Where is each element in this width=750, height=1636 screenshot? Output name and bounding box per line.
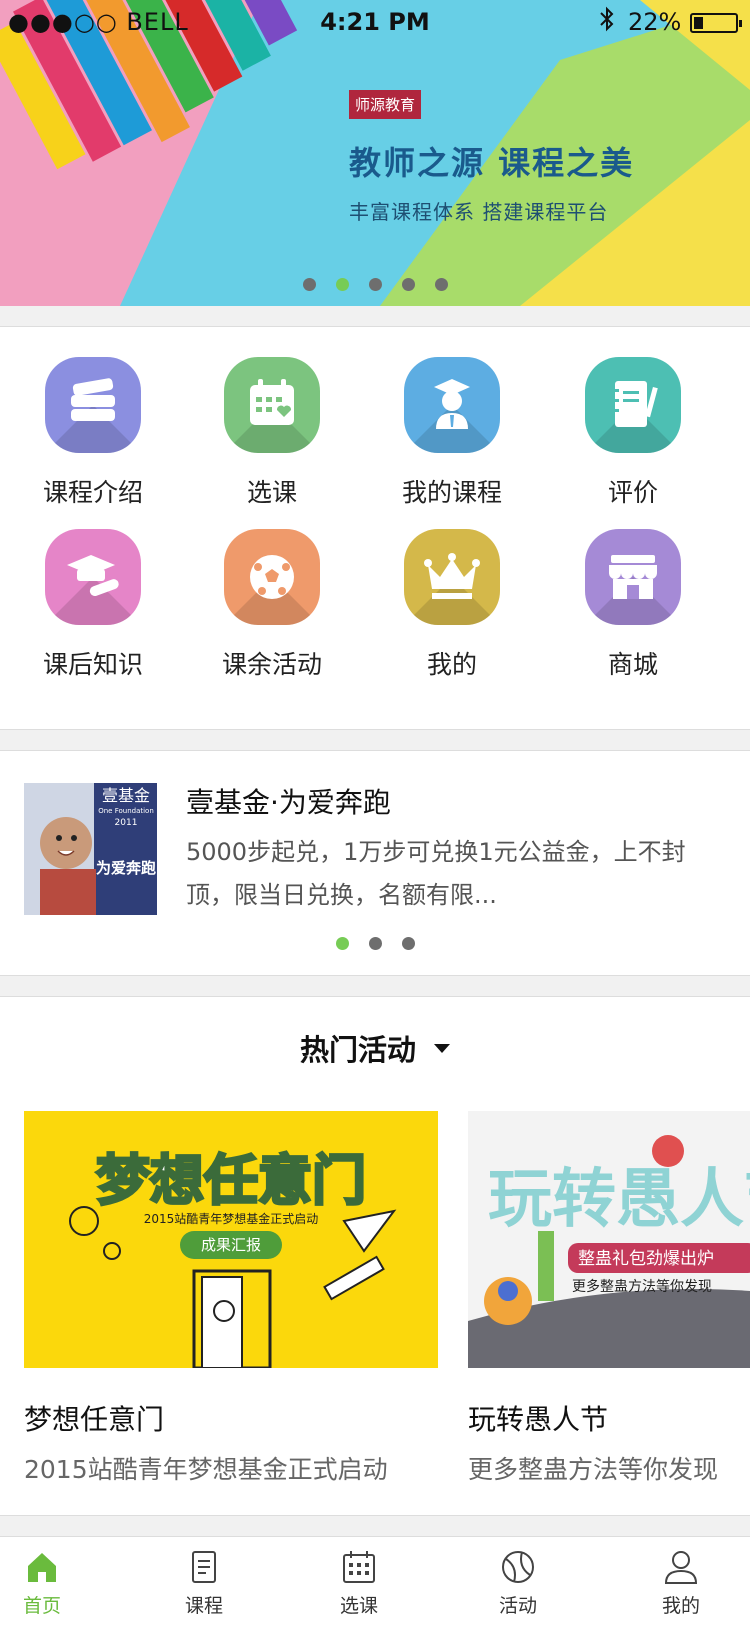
- grid-item-select-course[interactable]: 选课: [178, 357, 366, 509]
- bluetooth-icon: [598, 6, 616, 38]
- bottom-tab-bar: 首页 课程 选课 活动 我的: [0, 1536, 750, 1636]
- document-icon: [192, 1551, 216, 1583]
- image-headline: 玩转愚人节: [488, 1163, 750, 1237]
- image-banner: 整蛊礼包劲爆出炉: [578, 1249, 714, 1269]
- brand-tag: 师源教育: [349, 90, 422, 119]
- hero-banner[interactable]: ●●●○○ BELL 4:21 PM 22% 师源教育 教师之源 课程之美 丰富…: [0, 0, 750, 306]
- section-title: 热门活动: [299, 1033, 416, 1067]
- grid-item-my-courses[interactable]: 我的课程: [358, 357, 546, 509]
- image-sub: 2015站酷青年梦想基金正式启动: [144, 1211, 319, 1226]
- banner-pagination[interactable]: [303, 278, 448, 291]
- battery-percent: 22%: [628, 8, 682, 36]
- activity-subtitle: 更多整蛊方法等你发现: [468, 1455, 719, 1484]
- graduate-icon: [404, 357, 500, 453]
- books-icon: [45, 357, 141, 453]
- tab-label: 我的: [661, 1595, 700, 1617]
- ball-icon: [502, 1551, 534, 1583]
- tab-label: 选课: [339, 1595, 378, 1617]
- shop-icon: [585, 529, 681, 625]
- grid-item-mall[interactable]: 商城: [539, 529, 727, 681]
- grid-label: 课后知识: [42, 650, 143, 679]
- activity-card-dream-door[interactable]: 梦想任意门 2015站酷青年梦想基金正式启动 成果汇报 梦想任意门 2015站酷…: [24, 1111, 438, 1486]
- featured-dot[interactable]: [402, 937, 415, 950]
- featured-title: 壹基金·为爱奔跑: [186, 786, 391, 819]
- grid-label: 课程介绍: [42, 478, 143, 507]
- tab-label: 活动: [498, 1595, 537, 1617]
- dropdown-arrow-icon: [434, 1043, 450, 1053]
- hot-activities-header[interactable]: 热门活动: [0, 1027, 750, 1069]
- thumb-slogan: 为爱奔跑: [96, 859, 156, 877]
- featured-pagination[interactable]: [336, 937, 415, 950]
- activity-image: 玩转愚人节 整蛊礼包劲爆出炉 更多整蛊方法等你发现: [468, 1111, 750, 1368]
- thumb-year: 2011: [115, 818, 138, 828]
- soccer-ball-icon: [224, 529, 320, 625]
- featured-dot[interactable]: [369, 937, 382, 950]
- feature-grid: 课程介绍 选课 我的课程 评价 课后知识 课余活动 我的 商城: [0, 326, 750, 730]
- featured-description: 5000步起兑，1万步可兑换1元公益金，上不封顶，限当日兑换，名额有限...: [186, 838, 686, 909]
- battery-icon: [690, 13, 742, 33]
- tab-home[interactable]: 首页: [0, 1537, 117, 1618]
- grid-label: 课余活动: [221, 650, 322, 679]
- grid-label: 我的: [426, 650, 477, 679]
- image-sub: 更多整蛊方法等你发现: [572, 1278, 712, 1295]
- activity-image: 梦想任意门 2015站酷青年梦想基金正式启动 成果汇报: [24, 1111, 438, 1368]
- tab-select[interactable]: 选课: [284, 1537, 434, 1618]
- banner-dot[interactable]: [402, 278, 415, 291]
- grid-item-mine[interactable]: 我的: [358, 529, 546, 681]
- home-icon: [28, 1553, 56, 1582]
- tab-courses[interactable]: 课程: [129, 1537, 279, 1618]
- banner-dot[interactable]: [435, 278, 448, 291]
- notebook-pen-icon: [585, 357, 681, 453]
- grid-label: 商城: [607, 650, 658, 679]
- activity-card-april-fools[interactable]: 玩转愚人节 整蛊礼包劲爆出炉 更多整蛊方法等你发现 玩转愚人节 更多整蛊方法等你…: [468, 1111, 750, 1486]
- featured-news-card[interactable]: 壹基金 One Foundation 2011 为爱奔跑 壹基金·为爱奔跑 50…: [0, 750, 750, 976]
- user-icon: [664, 1551, 698, 1584]
- activity-title: 玩转愚人节: [468, 1403, 609, 1436]
- grid-item-evaluation[interactable]: 评价: [539, 357, 727, 509]
- thumb-en: One Foundation: [98, 807, 154, 815]
- calendar-heart-icon: [224, 357, 320, 453]
- banner-dot[interactable]: [303, 278, 316, 291]
- grid-item-course-intro[interactable]: 课程介绍: [0, 357, 187, 509]
- activity-title: 梦想任意门: [24, 1403, 165, 1436]
- grid-label: 我的课程: [401, 478, 502, 507]
- tab-mine[interactable]: 我的: [606, 1537, 750, 1618]
- grid-item-activities[interactable]: 课余活动: [178, 529, 366, 681]
- image-button: 成果汇报: [201, 1236, 261, 1254]
- banner-subtitle: 丰富课程体系 搭建课程平台: [349, 200, 609, 224]
- tab-label: 课程: [184, 1595, 223, 1617]
- mortarboard-diploma-icon: [45, 529, 141, 625]
- thumb-brand: 壹基金: [102, 786, 150, 805]
- featured-dot-active[interactable]: [336, 937, 349, 950]
- calendar-icon: [343, 1551, 375, 1583]
- crown-icon: [404, 529, 500, 625]
- grid-label: 评价: [607, 478, 658, 507]
- image-headline: 梦想任意门: [96, 1149, 366, 1212]
- activity-subtitle: 2015站酷青年梦想基金正式启动: [24, 1455, 388, 1484]
- grid-label: 选课: [246, 478, 297, 507]
- status-bar: ●●●○○ BELL 4:21 PM 22%: [0, 0, 750, 40]
- banner-title: 教师之源 课程之美: [349, 144, 635, 182]
- featured-thumbnail: 壹基金 One Foundation 2011 为爱奔跑: [24, 783, 157, 915]
- tab-activities[interactable]: 活动: [443, 1537, 593, 1618]
- banner-dot[interactable]: [369, 278, 382, 291]
- tab-label: 首页: [22, 1595, 61, 1617]
- hot-activities-section: 热门活动 梦想任意门 2015站酷青年梦想基金正式启动 成果汇报 梦想任意门 2…: [0, 996, 750, 1516]
- grid-item-after-class[interactable]: 课后知识: [0, 529, 187, 681]
- banner-dot-active[interactable]: [336, 278, 349, 291]
